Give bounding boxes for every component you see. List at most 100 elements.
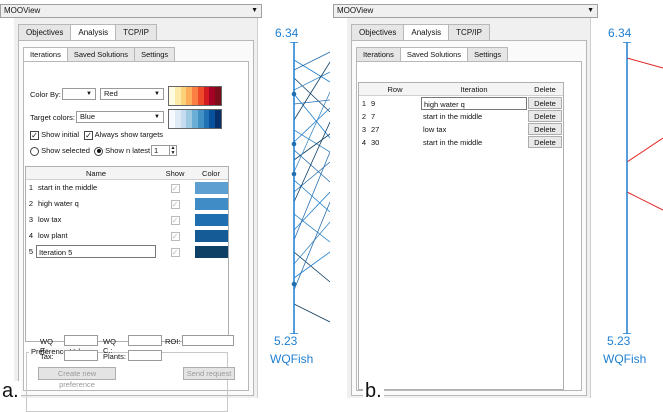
tab-settings[interactable]: Settings bbox=[467, 47, 509, 61]
show-cell[interactable]: ✓ bbox=[156, 213, 194, 226]
color-by-combo[interactable]: ▼ bbox=[62, 88, 96, 100]
iteration-name[interactable]: start in the middle bbox=[421, 110, 527, 123]
tab-iterations[interactable]: Iterations bbox=[23, 47, 68, 62]
n-latest-spinbox[interactable]: 1 ▲ ▼ bbox=[151, 145, 177, 156]
delete-button[interactable]: Delete bbox=[528, 110, 562, 122]
tab-tcpip[interactable]: TCP/IP bbox=[115, 24, 157, 40]
send-request-button[interactable]: Send request bbox=[183, 367, 235, 380]
tab-saved-solutions[interactable]: Saved Solutions bbox=[66, 47, 136, 61]
color-scheme-value: Red bbox=[104, 89, 118, 98]
tax-input[interactable] bbox=[64, 350, 98, 361]
panel-label-a: a. bbox=[0, 380, 21, 402]
table-row[interactable]: 3 27 low tax Delete bbox=[359, 123, 563, 136]
header-delete[interactable]: Delete bbox=[527, 83, 563, 96]
tab-objectives[interactable]: Objectives bbox=[18, 24, 72, 40]
wq-f-input[interactable] bbox=[64, 335, 98, 346]
iteration-name[interactable]: Iteration 5 bbox=[36, 245, 156, 258]
header-row[interactable]: Row bbox=[369, 83, 421, 96]
tab-analysis[interactable]: Analysis bbox=[70, 24, 117, 41]
iteration-name[interactable]: low plant bbox=[36, 229, 156, 242]
color-swatch[interactable] bbox=[195, 230, 228, 242]
tab-objectives[interactable]: Objectives bbox=[351, 24, 405, 40]
window-title-combo[interactable]: MOOView ▼ bbox=[333, 4, 598, 18]
show-selected-label: Show selected bbox=[41, 146, 90, 155]
iteration-name[interactable]: start in the middle bbox=[36, 181, 156, 194]
delete-button[interactable]: Delete bbox=[528, 136, 562, 148]
always-show-targets-checkbox[interactable]: ✓ bbox=[84, 130, 93, 140]
parallel-coordinates-plot[interactable] bbox=[603, 42, 663, 334]
iteration-name[interactable]: low tax bbox=[36, 213, 156, 226]
always-show-targets-option[interactable]: ✓ Always show targets bbox=[84, 130, 163, 140]
tab-saved-solutions[interactable]: Saved Solutions bbox=[399, 47, 469, 62]
spin-arrows-icon[interactable]: ▲ ▼ bbox=[169, 146, 176, 155]
table-row[interactable]: 2 7 start in the middle Delete bbox=[359, 110, 563, 123]
iteration-name[interactable]: high water q bbox=[36, 197, 156, 210]
tab-analysis[interactable]: Analysis bbox=[403, 24, 450, 41]
table-row[interactable]: 5 Iteration 5 ✓ bbox=[26, 245, 228, 258]
solution-line bbox=[293, 71, 330, 91]
header-name[interactable]: Name bbox=[36, 167, 156, 180]
row-number: 4 bbox=[361, 138, 367, 147]
delete-button[interactable]: Delete bbox=[528, 97, 562, 109]
color-swatch[interactable] bbox=[195, 246, 228, 258]
show-cell[interactable]: ✓ bbox=[156, 197, 194, 210]
axis-marker[interactable] bbox=[291, 171, 297, 177]
header-show[interactable]: Show bbox=[156, 167, 194, 180]
dropdown-arrow-icon[interactable]: ▼ bbox=[587, 5, 594, 17]
show-cell[interactable]: ✓ bbox=[156, 245, 194, 258]
tab-tcpip[interactable]: TCP/IP bbox=[448, 24, 490, 40]
side-panel: Objectives Analysis TCP/IP Iterations Sa… bbox=[347, 18, 591, 398]
axis-marker[interactable] bbox=[291, 141, 297, 147]
delete-button[interactable]: Delete bbox=[528, 123, 562, 135]
show-checkbox[interactable]: ✓ bbox=[170, 199, 180, 209]
show-n-latest-option[interactable]: Show n latest bbox=[94, 146, 150, 156]
header-iteration[interactable]: Iteration bbox=[421, 83, 527, 96]
table-row[interactable]: 3 low tax ✓ bbox=[26, 213, 228, 226]
table-row[interactable]: 4 30 start in the middle Delete bbox=[359, 136, 563, 149]
solution-line bbox=[293, 251, 330, 279]
roi-input[interactable] bbox=[182, 335, 234, 346]
window-title-combo[interactable]: MOOView ▼ bbox=[0, 4, 262, 18]
iteration-name[interactable]: low tax bbox=[421, 123, 527, 136]
roi-label: ROI: bbox=[165, 337, 181, 346]
iteration-name[interactable]: high water q bbox=[421, 97, 527, 110]
tab-settings[interactable]: Settings bbox=[134, 47, 176, 61]
table-row[interactable]: 2 high water q ✓ bbox=[26, 197, 228, 210]
header-color[interactable]: Color bbox=[194, 167, 228, 180]
table-row[interactable]: 4 low plant ✓ bbox=[26, 229, 228, 242]
show-cell[interactable]: ✓ bbox=[156, 181, 194, 194]
table-row[interactable]: 1 9 high water q Delete bbox=[359, 97, 563, 110]
axis-name-label: WQFish bbox=[603, 352, 647, 366]
show-checkbox[interactable]: ✓ bbox=[170, 183, 180, 193]
row-value: 7 bbox=[371, 112, 376, 121]
iteration-name[interactable]: start in the middle bbox=[421, 136, 527, 149]
show-checkbox[interactable]: ✓ bbox=[170, 247, 180, 257]
solution-line bbox=[293, 201, 330, 291]
show-initial-option[interactable]: ✓ Show initial bbox=[30, 130, 79, 140]
target-colors-value: Blue bbox=[80, 112, 96, 121]
show-selected-option[interactable]: Show selected bbox=[30, 146, 90, 156]
color-swatch[interactable] bbox=[195, 214, 228, 226]
wq-c-input[interactable] bbox=[128, 335, 162, 346]
show-n-latest-radio[interactable] bbox=[94, 146, 103, 156]
parallel-coordinates-plot[interactable] bbox=[270, 42, 330, 334]
show-cell[interactable]: ✓ bbox=[156, 229, 194, 242]
table-row[interactable]: 1 start in the middle ✓ bbox=[26, 181, 228, 194]
solution-line bbox=[626, 57, 663, 69]
create-new-preference-button[interactable]: Create new preference bbox=[38, 367, 116, 389]
show-selected-radio[interactable] bbox=[30, 146, 39, 156]
dropdown-arrow-icon[interactable]: ▼ bbox=[251, 5, 258, 17]
solution-line bbox=[293, 151, 330, 241]
color-swatch[interactable] bbox=[195, 198, 228, 210]
color-scheme-combo[interactable]: Red ▼ bbox=[100, 88, 164, 100]
solution-line bbox=[626, 137, 663, 163]
color-swatch[interactable] bbox=[195, 182, 228, 194]
show-checkbox[interactable]: ✓ bbox=[170, 231, 180, 241]
target-colors-combo[interactable]: Blue ▼ bbox=[76, 111, 164, 123]
axis-marker[interactable] bbox=[291, 91, 297, 97]
show-checkbox[interactable]: ✓ bbox=[170, 215, 180, 225]
tab-iterations[interactable]: Iterations bbox=[356, 47, 401, 61]
show-initial-checkbox[interactable]: ✓ bbox=[30, 130, 39, 140]
plants-input[interactable] bbox=[128, 350, 162, 361]
axis-marker[interactable] bbox=[291, 281, 297, 287]
